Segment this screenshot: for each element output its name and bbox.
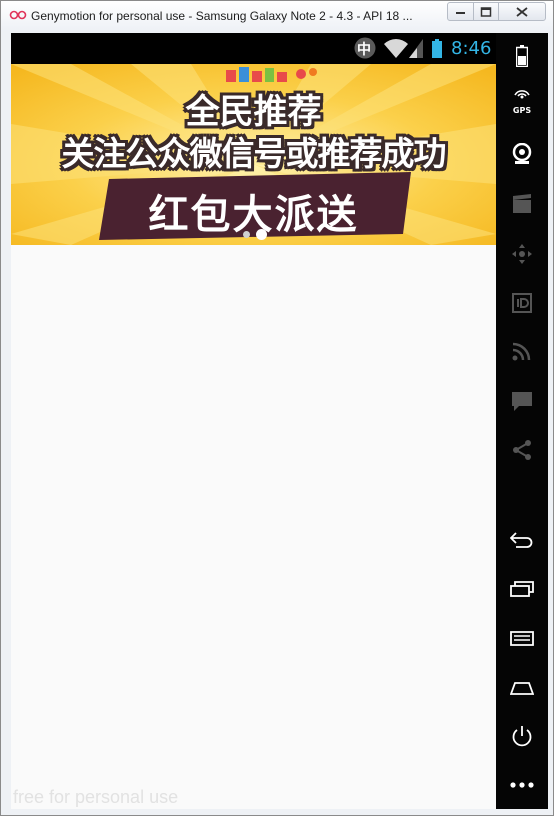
recent-apps-icon xyxy=(510,581,534,597)
recent-apps-button[interactable] xyxy=(496,569,548,609)
minimize-icon xyxy=(455,11,465,14)
rss-icon xyxy=(512,342,531,361)
gps-widget-button[interactable] xyxy=(496,83,548,123)
home-icon xyxy=(510,682,534,695)
gps-label: GPS xyxy=(512,106,532,115)
more-icon xyxy=(510,782,534,788)
dpad-icon xyxy=(512,244,532,264)
battery-icon xyxy=(516,45,528,67)
share-icon xyxy=(513,440,531,460)
battery-status-icon xyxy=(432,39,442,58)
rss-widget-button[interactable] xyxy=(496,331,548,371)
watermark: free for personal use xyxy=(13,787,179,807)
promo-banner[interactable]: 全民推荐 关注公众微信号或推荐成功 红包大派送 xyxy=(11,64,496,245)
device-id-icon xyxy=(512,293,532,313)
close-icon xyxy=(516,6,528,17)
window-title: Genymotion for personal use - Samsung Ga… xyxy=(31,9,413,23)
dpad-widget-button[interactable] xyxy=(496,234,548,274)
screencast-icon xyxy=(513,194,531,213)
gps-icon xyxy=(514,90,530,99)
battery-widget-button[interactable] xyxy=(496,36,548,76)
power-button[interactable] xyxy=(496,716,548,756)
menu-button[interactable] xyxy=(496,618,548,658)
wifi-icon xyxy=(384,39,408,58)
device-id-widget-button[interactable] xyxy=(496,283,548,323)
carousel-dot-1[interactable] xyxy=(243,231,250,238)
back-icon xyxy=(510,532,533,548)
banner-headline: 全民推荐 xyxy=(185,92,322,132)
phone-screen: 中 8:46 全民推荐 关注公众微信号或推荐成功 红包大派送 xyxy=(11,33,496,809)
banner-ribbon-text: 红包大派送 xyxy=(148,192,359,238)
power-icon xyxy=(512,726,532,747)
back-button[interactable] xyxy=(496,520,548,560)
carousel-dot-2-active[interactable] xyxy=(256,229,267,240)
more-button[interactable] xyxy=(496,765,548,805)
main-content-area xyxy=(11,245,496,809)
status-bar: 中 8:46 xyxy=(11,33,496,64)
genymotion-logo-icon xyxy=(9,10,27,20)
home-button[interactable] xyxy=(496,668,548,708)
close-button[interactable] xyxy=(498,2,546,21)
sms-widget-button[interactable] xyxy=(496,381,548,421)
signal-icon xyxy=(409,39,423,58)
ime-indicator: 中 xyxy=(354,37,376,59)
maximize-icon xyxy=(480,6,492,17)
ime-label: 中 xyxy=(357,42,371,58)
banner-subheadline: 关注公众微信号或推荐成功 xyxy=(61,134,447,173)
webcam-widget-button[interactable] xyxy=(496,134,548,174)
minimize-button[interactable] xyxy=(447,2,474,21)
share-widget-button[interactable] xyxy=(496,430,548,470)
sms-icon xyxy=(512,392,532,411)
maximize-button[interactable] xyxy=(473,2,499,21)
status-time: 8:46 xyxy=(451,38,492,59)
webcam-icon xyxy=(512,143,532,164)
genymotion-sidebar: GPS xyxy=(496,33,548,809)
menu-icon xyxy=(510,631,534,646)
genymotion-window: Genymotion for personal use - Samsung Ga… xyxy=(0,0,554,816)
screencast-widget-button[interactable] xyxy=(496,184,548,224)
title-bar: Genymotion for personal use - Samsung Ga… xyxy=(1,1,553,31)
